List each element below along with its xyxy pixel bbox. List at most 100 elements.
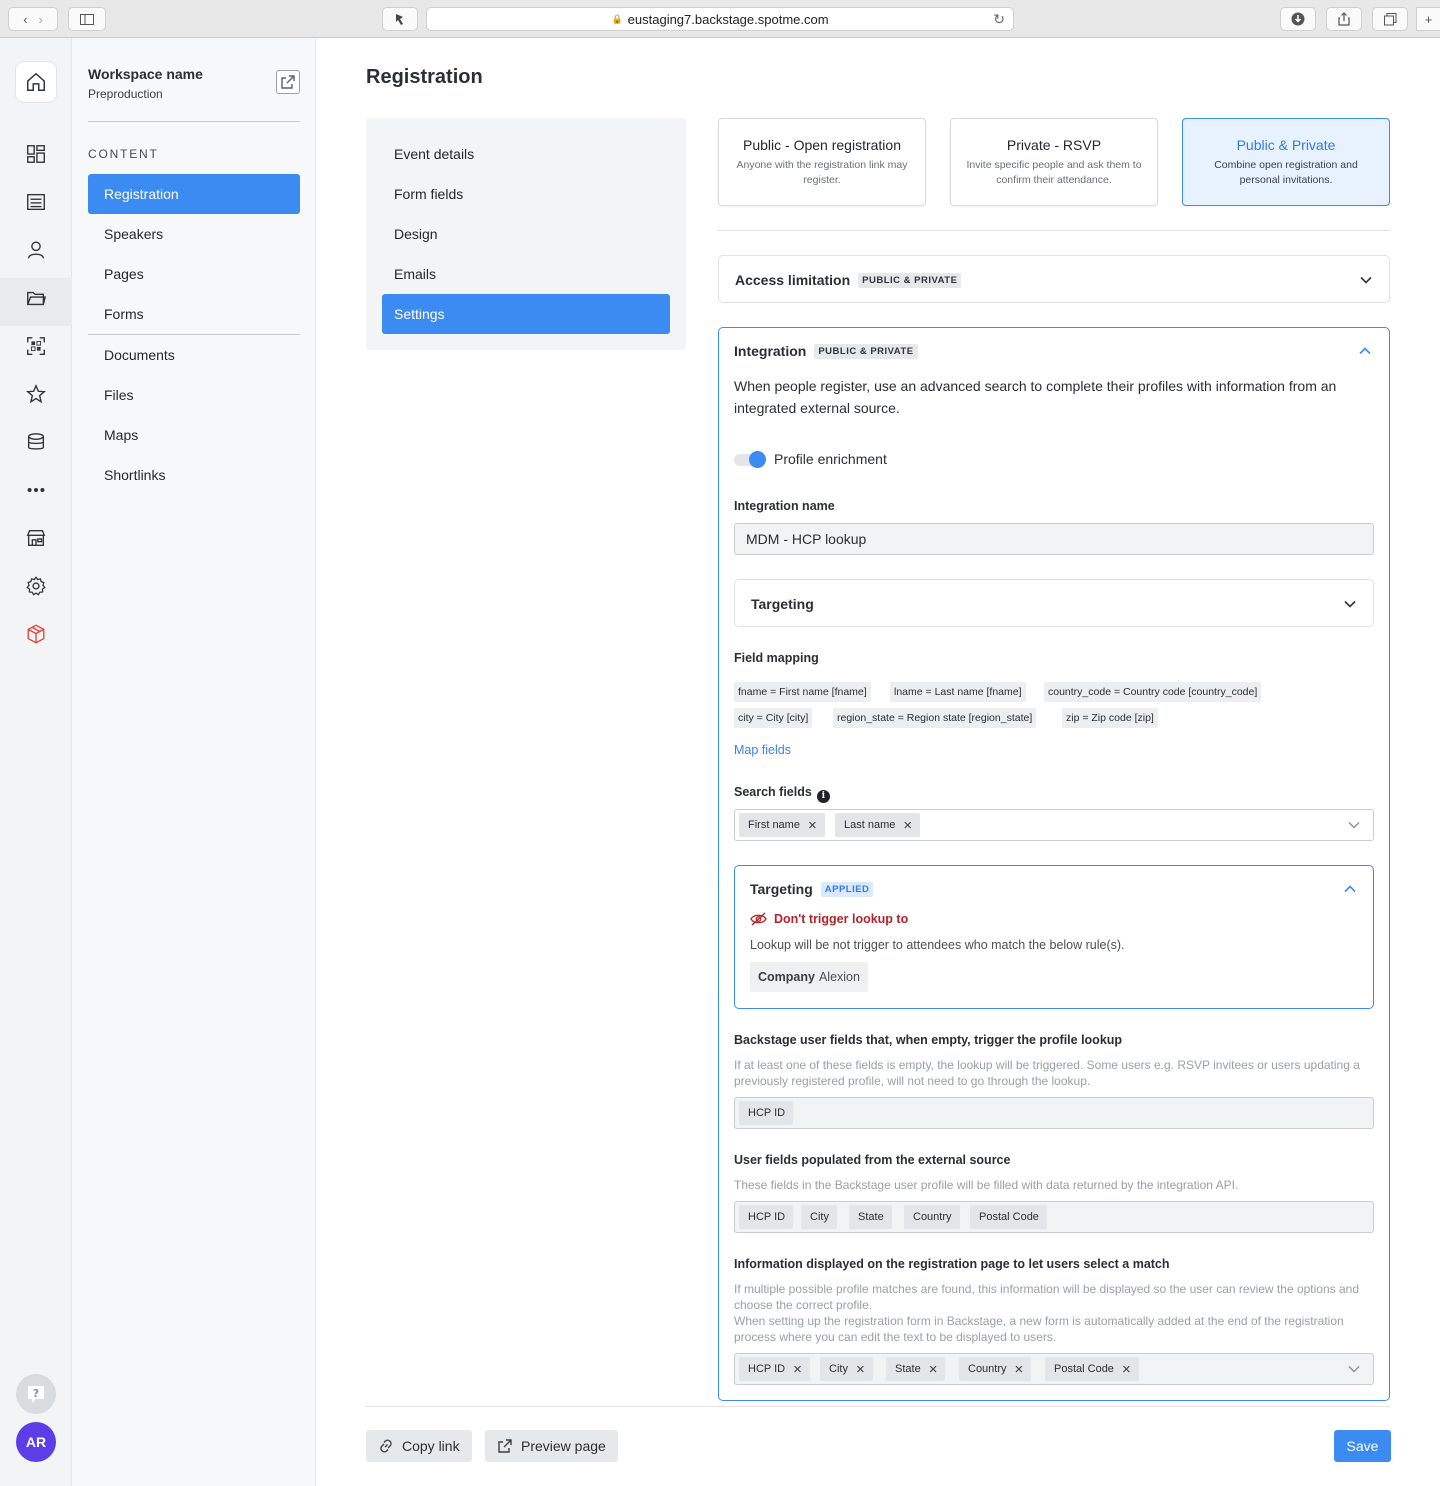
close-icon[interactable]: × (1015, 1362, 1024, 1377)
chevron-down-icon[interactable] (1359, 273, 1373, 287)
profile-enrichment-toggle[interactable] (734, 450, 766, 468)
external-link-icon (498, 1439, 512, 1453)
preview-page-label: Preview page (521, 1438, 606, 1454)
link-icon (380, 1439, 392, 1453)
chip-label: Postal Code (1054, 1363, 1114, 1375)
save-button[interactable]: Save (1334, 1430, 1391, 1462)
applied-badge: APPLIED (820, 882, 874, 897)
folder-icon[interactable] (16, 278, 56, 318)
field-chip: Country × (959, 1357, 1032, 1381)
tabs-icon[interactable] (1372, 7, 1408, 31)
section-title: CONTENT (88, 147, 159, 161)
close-icon[interactable]: × (856, 1362, 865, 1377)
mapping-tag: country_code = Country code [country_cod… (1044, 682, 1262, 702)
targeting-applied-title: Targeting (750, 881, 813, 897)
divider (718, 230, 1390, 231)
download-icon[interactable] (1280, 7, 1316, 31)
mapping-tag: city = City [city] (734, 708, 813, 728)
more-icon[interactable] (16, 470, 56, 510)
chevron-up-icon[interactable] (1358, 344, 1372, 358)
subnav-item-form-fields[interactable]: Form fields (382, 174, 670, 214)
sidebar-item-speakers[interactable]: Speakers (88, 214, 300, 254)
sidebar-item-pages[interactable]: Pages (88, 254, 300, 294)
info-icon[interactable]: i (816, 789, 830, 803)
reg-type-public[interactable]: Public - Open registration Anyone with t… (718, 118, 926, 206)
close-icon[interactable]: × (1122, 1362, 1131, 1377)
new-tab-icon[interactable]: + (1416, 7, 1440, 31)
field-chip: Postal Code × (1045, 1357, 1139, 1381)
user-icon[interactable] (16, 230, 56, 270)
extension-icon[interactable] (382, 7, 418, 31)
workspace-subtitle: Preproduction (88, 87, 163, 101)
field-chip: HCP ID × (739, 1357, 810, 1381)
close-icon[interactable]: × (793, 1362, 802, 1377)
list-icon[interactable] (16, 182, 56, 222)
populated-fields-label: User fields populated from the external … (734, 1153, 1011, 1167)
divider (88, 121, 300, 122)
search-fields-select[interactable] (734, 809, 1374, 841)
chevron-up-icon[interactable] (1343, 882, 1357, 896)
reload-icon[interactable]: ↻ (993, 11, 1005, 28)
url-text: eustaging7.backstage.spotme.com (627, 11, 829, 27)
help-icon[interactable]: ? (16, 1374, 56, 1414)
close-icon[interactable]: × (903, 818, 912, 833)
field-chip: HCP ID (739, 1101, 794, 1125)
address-bar[interactable]: 🔒 eustaging7.backstage.spotme.com ↻ (426, 7, 1014, 31)
sidebar-toggle-icon[interactable] (68, 7, 106, 31)
integration-title: Integration (734, 343, 807, 359)
subnav-item-emails[interactable]: Emails (382, 254, 670, 294)
qr-code-icon[interactable] (16, 326, 56, 366)
back-icon[interactable]: ‹ (23, 12, 27, 27)
field-chip: State (849, 1205, 892, 1229)
database-icon[interactable] (16, 422, 56, 462)
sidebar-item-forms[interactable]: Forms (88, 294, 300, 334)
preview-page-button[interactable]: Preview page (485, 1430, 618, 1462)
settings-subnav: Event details Form fields Design Emails … (366, 118, 686, 350)
star-icon[interactable] (16, 374, 56, 414)
integration-name-label: Integration name (734, 499, 835, 513)
field-chip: City (801, 1205, 837, 1229)
empty-trigger-fields-input[interactable] (734, 1097, 1374, 1129)
back-forward-buttons[interactable]: ‹ › (8, 7, 58, 31)
sidebar-item-registration[interactable]: Registration (88, 174, 300, 214)
targeting-warning: Don't trigger lookup to (750, 912, 908, 926)
share-icon[interactable] (1326, 7, 1362, 31)
targeting-panel[interactable]: Targeting (734, 579, 1374, 627)
subnav-item-event-details[interactable]: Event details (382, 134, 670, 174)
chip-label: State (895, 1363, 921, 1375)
home-icon[interactable] (16, 62, 56, 102)
mapping-tag: lname = Last name [fname] (890, 682, 1026, 702)
divider (366, 1406, 1390, 1407)
svg-text:?: ? (33, 1387, 39, 1400)
map-fields-link[interactable]: Map fields (734, 743, 791, 757)
access-limitation-panel[interactable]: Access limitation PUBLIC & PRIVATE (718, 255, 1390, 303)
forward-icon[interactable]: › (38, 12, 42, 27)
reg-type-public-private[interactable]: Public & Private Combine open registrati… (1182, 118, 1390, 206)
open-workspace-icon[interactable] (276, 70, 300, 94)
dashboard-icon[interactable] (16, 134, 56, 174)
sidebar-item-files[interactable]: Files (88, 375, 300, 415)
displayed-fields-hint-2: When setting up the registration form in… (734, 1314, 1344, 1344)
rule-field: Company (758, 970, 815, 984)
cube-icon[interactable] (16, 614, 56, 654)
subnav-item-design[interactable]: Design (382, 214, 670, 254)
store-icon[interactable] (16, 518, 56, 558)
chip-label: City (829, 1363, 848, 1375)
reg-type-title: Public - Open registration (743, 137, 901, 153)
close-icon[interactable]: × (808, 818, 817, 833)
sidebar-item-documents[interactable]: Documents (88, 335, 300, 375)
sidebar-item-maps[interactable]: Maps (88, 415, 300, 455)
chevron-down-icon[interactable] (1347, 1362, 1361, 1376)
chevron-down-icon[interactable] (1343, 597, 1357, 611)
reg-type-private[interactable]: Private - RSVP Invite specific people an… (950, 118, 1158, 206)
mapping-tag: region_state = Region state [region_stat… (833, 708, 1037, 728)
copy-link-button[interactable]: Copy link (366, 1430, 472, 1462)
chip-label: First name (748, 819, 800, 831)
integration-name-input[interactable]: MDM - HCP lookup (734, 523, 1374, 555)
subnav-item-settings[interactable]: Settings (382, 294, 670, 334)
gear-icon[interactable] (16, 566, 56, 606)
sidebar-item-shortlinks[interactable]: Shortlinks (88, 455, 300, 495)
chevron-down-icon[interactable] (1347, 818, 1361, 832)
close-icon[interactable]: × (929, 1362, 938, 1377)
avatar[interactable]: AR (16, 1422, 56, 1462)
